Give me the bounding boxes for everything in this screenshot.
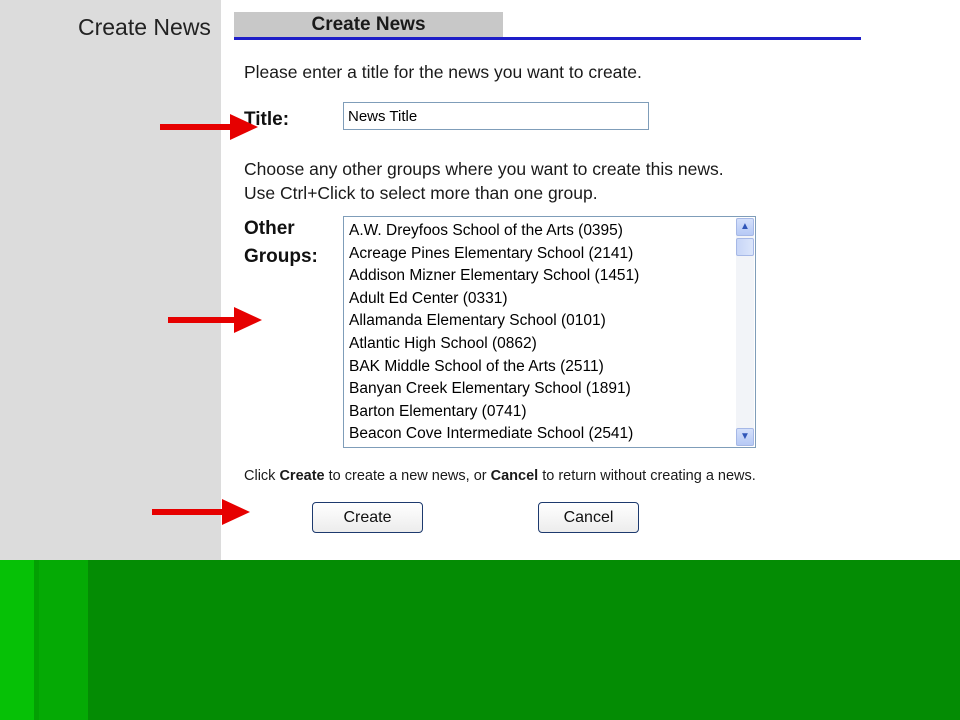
title-input[interactable] (343, 102, 649, 130)
footer-create-word: Create (279, 468, 325, 484)
cancel-button[interactable]: Cancel (538, 502, 639, 533)
footer-note: Click Create to create a new news, or Ca… (244, 468, 756, 484)
list-item[interactable]: Banyan Creek Elementary School (1891) (344, 378, 735, 401)
scroll-thumb[interactable] (736, 238, 754, 256)
listbox-scrollbar[interactable]: ▲ ▼ (736, 218, 754, 446)
list-item[interactable]: Beacon Cove Intermediate School (2541) (344, 423, 735, 446)
other-groups-listbox[interactable]: A.W. Dreyfoos School of the Arts (0395) A… (343, 216, 756, 448)
create-button[interactable]: Create (312, 502, 423, 533)
list-item[interactable]: Atlantic High School (0862) (344, 333, 735, 356)
red-arrow-icon (160, 114, 258, 140)
chevron-up-icon[interactable]: ▲ (736, 218, 754, 236)
groups-label-line2: Groups: (244, 246, 318, 267)
list-item[interactable]: Adult Ed Center (0331) (344, 288, 735, 311)
tab-underline (234, 37, 861, 40)
green-stripe (39, 560, 88, 720)
section-tab: Create News (234, 12, 503, 38)
list-item[interactable]: A.W. Dreyfoos School of the Arts (0395) (344, 220, 735, 243)
groups-options: A.W. Dreyfoos School of the Arts (0395) A… (344, 220, 735, 446)
sidebar: Create News (0, 0, 221, 560)
footer-cancel-word: Cancel (490, 468, 539, 484)
red-arrow-icon (152, 499, 250, 525)
intro-text: Please enter a title for the news you wa… (244, 62, 642, 82)
red-arrow-icon (168, 307, 262, 333)
green-stripe (0, 560, 34, 720)
footer-part3: to return without creating a news. (538, 468, 756, 484)
list-item[interactable]: Allamanda Elementary School (0101) (344, 310, 735, 333)
list-item[interactable]: Barton Elementary (0741) (344, 401, 735, 424)
footer-part2: to create a new news, or (324, 468, 491, 484)
groups-label-line1: Other (244, 218, 295, 239)
groups-help-line2: Use Ctrl+Click to select more than one g… (244, 183, 598, 203)
list-item[interactable]: Acreage Pines Elementary School (2141) (344, 243, 735, 266)
footer-part1: Click (244, 468, 280, 484)
list-item[interactable]: Addison Mizner Elementary School (1451) (344, 265, 735, 288)
list-item[interactable]: BAK Middle School of the Arts (2511) (344, 356, 735, 379)
green-footer-band (0, 560, 960, 720)
chevron-down-icon[interactable]: ▼ (736, 428, 754, 446)
groups-help-line1: Choose any other groups where you want t… (244, 159, 724, 179)
sidebar-title: Create News (78, 14, 211, 40)
